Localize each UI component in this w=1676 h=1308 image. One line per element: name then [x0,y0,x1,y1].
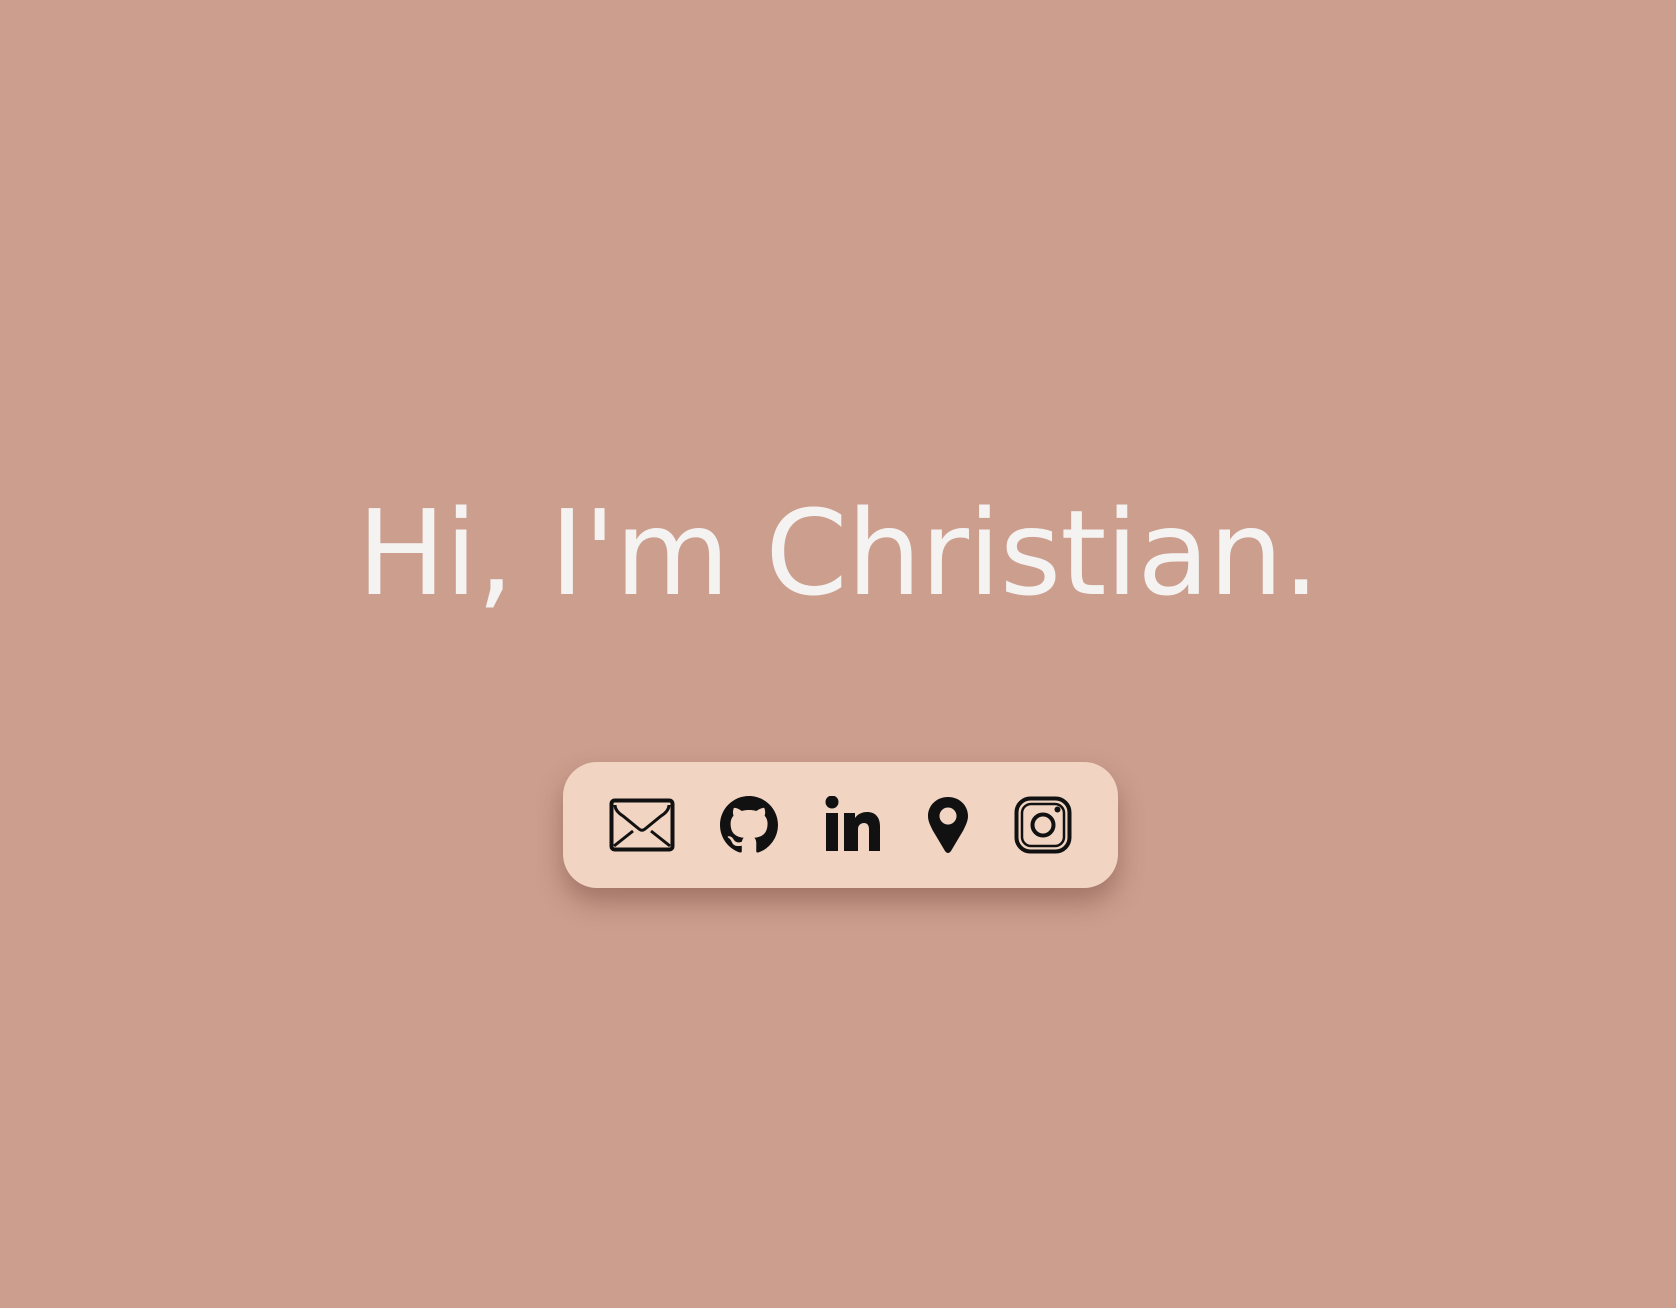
github-link[interactable] [720,790,779,860]
email-link[interactable] [609,790,675,860]
linkedin-icon [825,796,880,851]
hero-title: Hi, I'm Christian. [357,484,1320,622]
location-link[interactable] [927,790,969,860]
linkedin-link[interactable] [824,790,882,860]
instagram-icon [1014,796,1072,854]
github-icon [720,796,779,853]
social-links-bar [563,762,1118,888]
envelope-icon [609,798,675,852]
instagram-link[interactable] [1014,790,1072,860]
location-pin-icon [927,797,968,853]
